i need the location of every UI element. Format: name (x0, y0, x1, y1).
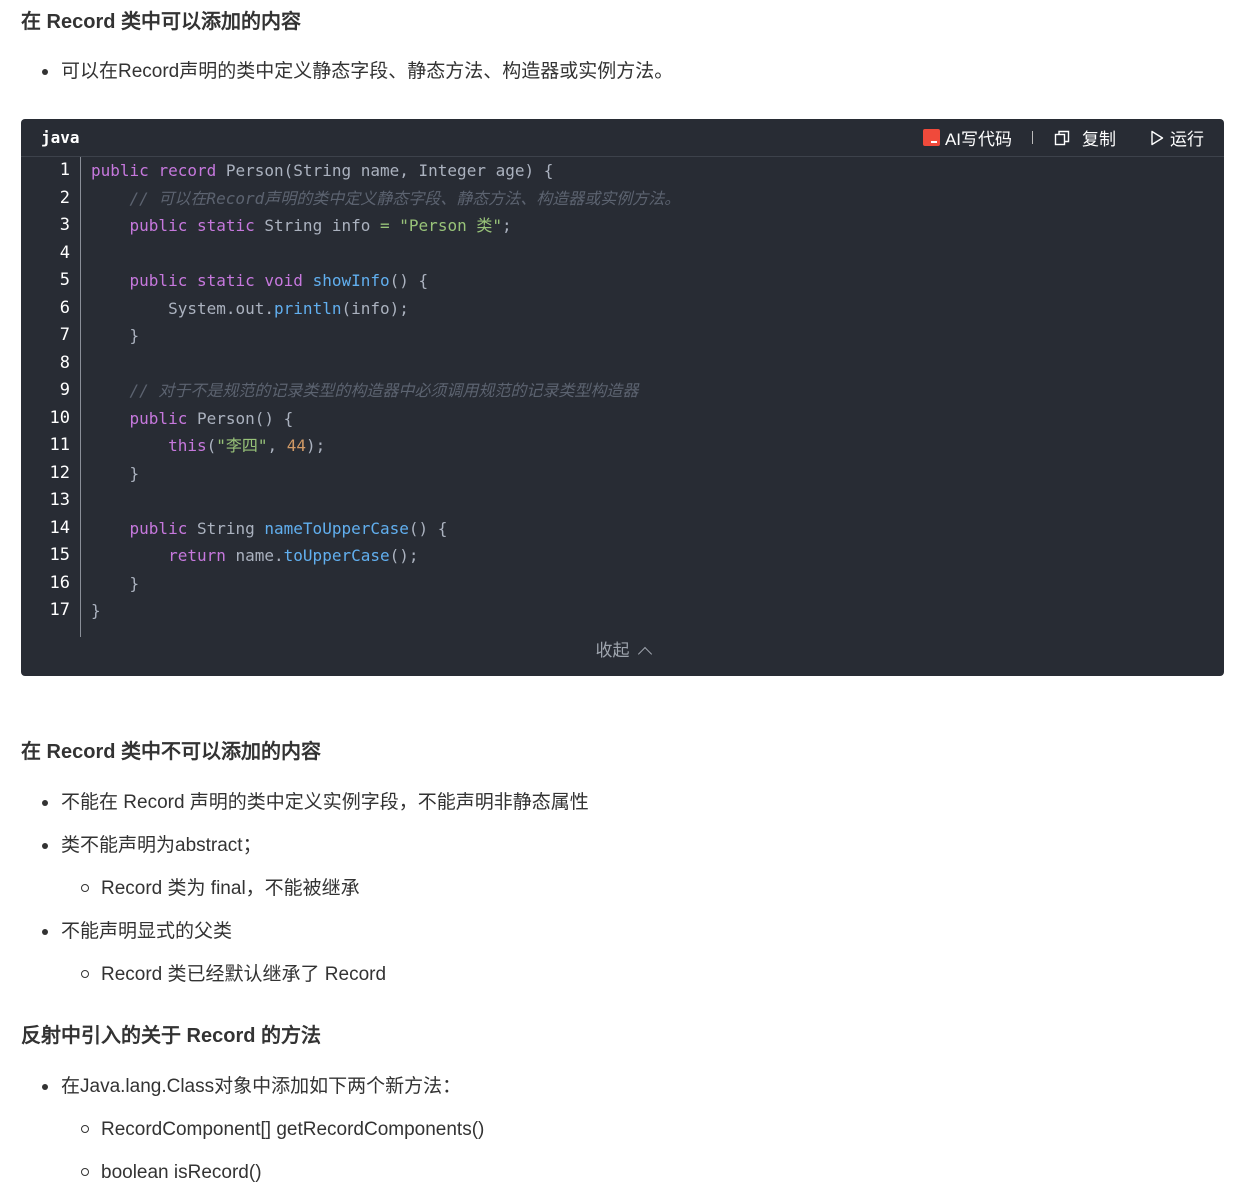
line-number: 5 (59, 270, 70, 290)
code-line-3: public static String info = "Person 类"; (129, 216, 512, 235)
code-line-9: // 对于不是规范的记录类型的构造器中必须调用规范的记录类型构造器 (129, 381, 639, 400)
run-button[interactable]: 运行 (1116, 125, 1204, 150)
line-number: 7 (59, 325, 70, 345)
line-number: 11 (49, 435, 70, 455)
code-line-8: ​ (91, 350, 680, 378)
code-language-label: java (41, 128, 80, 147)
section-heading-can-add: 在 Record 类中可以添加的内容 (21, 11, 302, 33)
ai-code-button[interactable]: AI写代码 (922, 125, 1012, 150)
line-number: 14 (49, 517, 70, 538)
code-toolbar: AI写代码 复制 运行 (922, 119, 1204, 156)
list-item: 不能在 Record 声明的类中定义实例字段，不能声明非静态属性 (21, 781, 1221, 824)
list-item: 在Java.lang.Class对象中添加如下两个新方法： (21, 1065, 1221, 1108)
copy-button[interactable]: 复制 (1054, 125, 1116, 150)
code-line-14: public String nameToUpperCase() { (129, 518, 448, 538)
list-item: 不能声明显式的父类 (21, 910, 1221, 953)
list-item: 可以在Record声明的类中定义静态字段、静态方法、构造器或实例方法。 (21, 50, 1221, 93)
ai-code-label: AI写代码 (944, 130, 1012, 149)
code-line-1: public record Person(String name, Intege… (91, 161, 554, 180)
list-item: 类不能声明为abstract； (21, 824, 1221, 867)
line-number: 17 (49, 600, 70, 620)
cannot-add-list: 不能在 Record 声明的类中定义实例字段，不能声明非静态属性 类不能声明为a… (21, 781, 1221, 996)
line-number: 10 (49, 407, 70, 428)
sub-list-item: boolean isRecord() (21, 1151, 1221, 1194)
line-number: 6 (59, 297, 70, 318)
code-line-17: } (91, 601, 101, 620)
code-block: java AI写代码 复制 运行 1 2 3 4 5 6 7 8 9 10 11… (21, 119, 1224, 676)
sub-list-item: Record 类已经默认继承了 Record (21, 953, 1221, 996)
code-line-4: ​ (91, 240, 680, 268)
code-line-10: public Person() { (129, 408, 294, 428)
line-number: 3 (59, 215, 70, 235)
line-number: 15 (49, 545, 70, 565)
line-number: 9 (59, 380, 70, 400)
code-line-6: System.out.println(info); (91, 298, 409, 318)
code-line-13: ​ (91, 487, 680, 515)
code-line-11: this("李四", 44); (168, 436, 326, 455)
collapse-button[interactable]: 收起 (21, 639, 1224, 663)
sub-list-item: RecordComponent[] getRecordComponents() (21, 1108, 1221, 1151)
code-line-5: public static void showInfo() { (129, 271, 429, 290)
collapse-label: 收起 (595, 641, 630, 660)
code-line-7: } (91, 326, 140, 345)
copy-icon (1054, 130, 1070, 145)
toolbar-divider (1032, 131, 1033, 144)
chevron-up-icon (637, 646, 652, 662)
copy-label: 复制 (1082, 130, 1116, 149)
code-line-2: // 可以在Record声明的类中定义静态字段、静态方法、构造器或实例方法。 (129, 188, 681, 208)
ai-logo-icon (922, 129, 940, 146)
section-heading-cannot-add: 在 Record 类中不可以添加的内容 (21, 741, 322, 763)
sub-list-item: Record 类为 final，不能被继承 (21, 867, 1221, 910)
play-icon (1151, 130, 1164, 145)
section-heading-reflection: 反射中引入的关于 Record 的方法 (21, 1025, 322, 1047)
line-number: 4 (59, 242, 70, 263)
line-number: 2 (59, 187, 70, 208)
code-body: 1 2 3 4 5 6 7 8 9 10 11 12 13 14 15 16 1… (21, 157, 1224, 637)
code-block-header: java AI写代码 复制 运行 (21, 119, 1224, 157)
code-line-16: } (91, 573, 140, 593)
line-number-gutter: 1 2 3 4 5 6 7 8 9 10 11 12 13 14 15 16 1… (21, 157, 81, 637)
line-number: 13 (49, 490, 70, 510)
line-number: 1 (59, 160, 70, 180)
line-number: 16 (49, 572, 70, 593)
code-lines[interactable]: public record Person(String name, Intege… (91, 157, 680, 625)
code-line-15: return name.toUpperCase(); (168, 546, 419, 565)
code-line-12: } (91, 463, 140, 483)
run-label: 运行 (1170, 130, 1204, 149)
line-number: 8 (59, 352, 70, 373)
can-add-list: 可以在Record声明的类中定义静态字段、静态方法、构造器或实例方法。 (21, 50, 1221, 93)
line-number: 12 (49, 462, 70, 483)
